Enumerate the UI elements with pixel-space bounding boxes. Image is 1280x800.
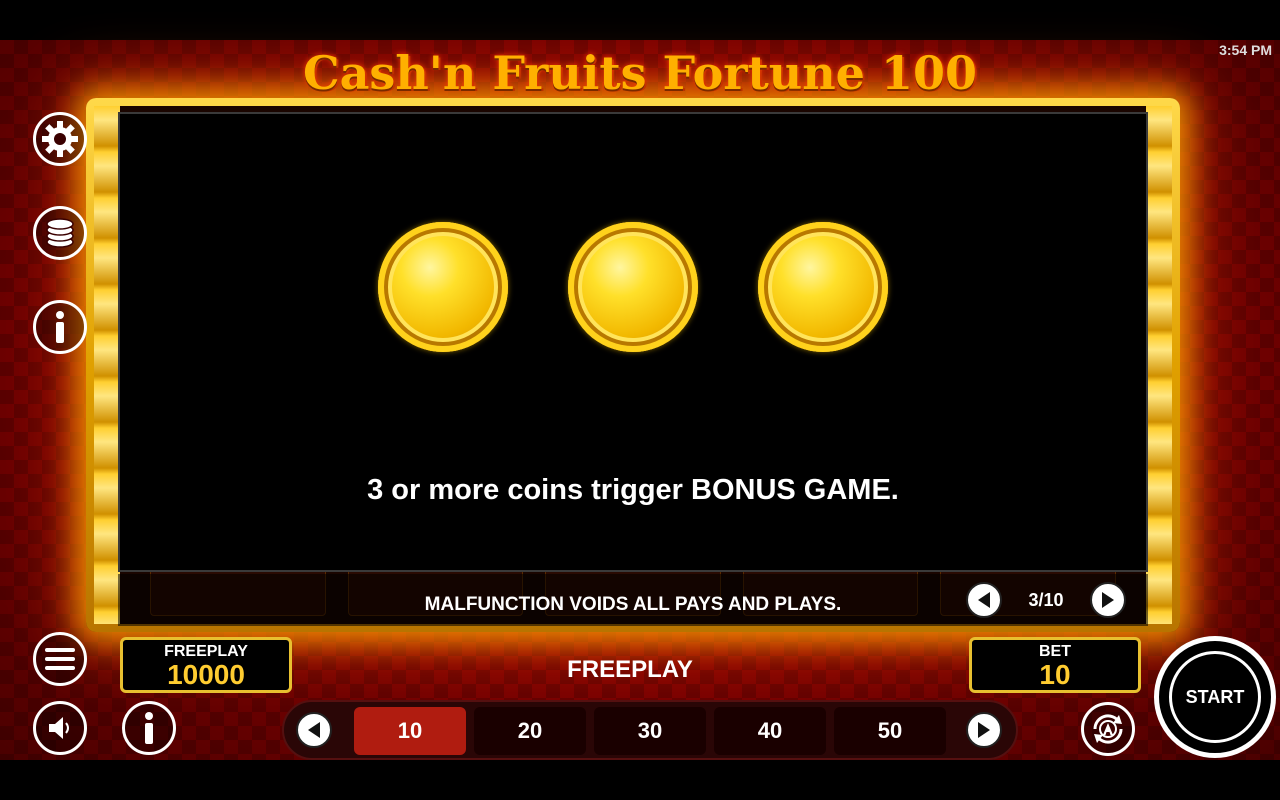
gold-coin-icon [568, 222, 698, 352]
triangle-left-icon [308, 722, 320, 738]
info-button[interactable] [33, 300, 87, 354]
bottom-black-bar [0, 760, 1280, 800]
game-title: Cash'n Fruits Fortune 100 [303, 46, 977, 100]
help-footer: MALFUNCTION VOIDS ALL PAYS AND PLAYS. 3/… [118, 574, 1148, 626]
speaker-icon [49, 717, 69, 739]
bet-box: BET 10 [969, 637, 1141, 693]
frame-post-left [94, 106, 120, 624]
gold-coin-icon [378, 222, 508, 352]
start-label: START [1169, 651, 1261, 743]
bet-increase-button[interactable] [966, 712, 1002, 748]
top-black-bar [0, 0, 1280, 40]
triangle-left-icon [978, 592, 990, 608]
bet-stack-button[interactable] [33, 206, 87, 260]
help-description: 3 or more coins trigger BONUS GAME. [367, 474, 899, 506]
coin-row [120, 222, 1146, 352]
frame-post-right [1146, 106, 1172, 624]
bet-option[interactable]: 40 [714, 707, 826, 755]
balance-value: 10000 [167, 659, 245, 690]
bet-option[interactable]: 50 [834, 707, 946, 755]
triangle-right-icon [1101, 592, 1114, 608]
sound-button[interactable] [33, 701, 87, 755]
hamburger-menu-icon [45, 648, 75, 670]
bet-option[interactable]: 10 [354, 707, 466, 755]
triangle-right-icon [978, 722, 990, 738]
autoplay-icon [1093, 714, 1123, 744]
status-clock: 3:54 PM [1219, 42, 1272, 58]
gear-icon [42, 121, 78, 157]
gold-coin-icon [758, 222, 888, 352]
info-icon [145, 712, 153, 744]
freeplay-balance-box: FREEPLAY 10000 [120, 637, 292, 693]
bet-selector: 10 20 30 40 50 [282, 700, 1018, 760]
settings-button[interactable] [33, 112, 87, 166]
bet-option[interactable]: 20 [474, 707, 586, 755]
mode-label: FREEPLAY [567, 656, 693, 683]
next-page-button[interactable] [1089, 582, 1126, 618]
bet-option[interactable]: 30 [594, 707, 706, 755]
bet-value: 10 [1039, 659, 1071, 690]
info-icon [56, 311, 64, 343]
malfunction-disclaimer: MALFUNCTION VOIDS ALL PAYS AND PLAYS. [424, 594, 842, 615]
paytable-info-button[interactable] [122, 701, 176, 755]
autoplay-button[interactable] [1081, 702, 1135, 756]
help-pager: 3/10 [966, 582, 1126, 618]
page-indicator: 3/10 [1028, 589, 1064, 610]
coins-stack-icon [46, 218, 74, 248]
start-spin-button[interactable]: START [1154, 636, 1276, 758]
prev-page-button[interactable] [966, 582, 1002, 618]
bet-decrease-button[interactable] [296, 712, 332, 748]
menu-button[interactable] [33, 632, 87, 686]
help-panel: 3 or more coins trigger BONUS GAME. [118, 112, 1148, 572]
